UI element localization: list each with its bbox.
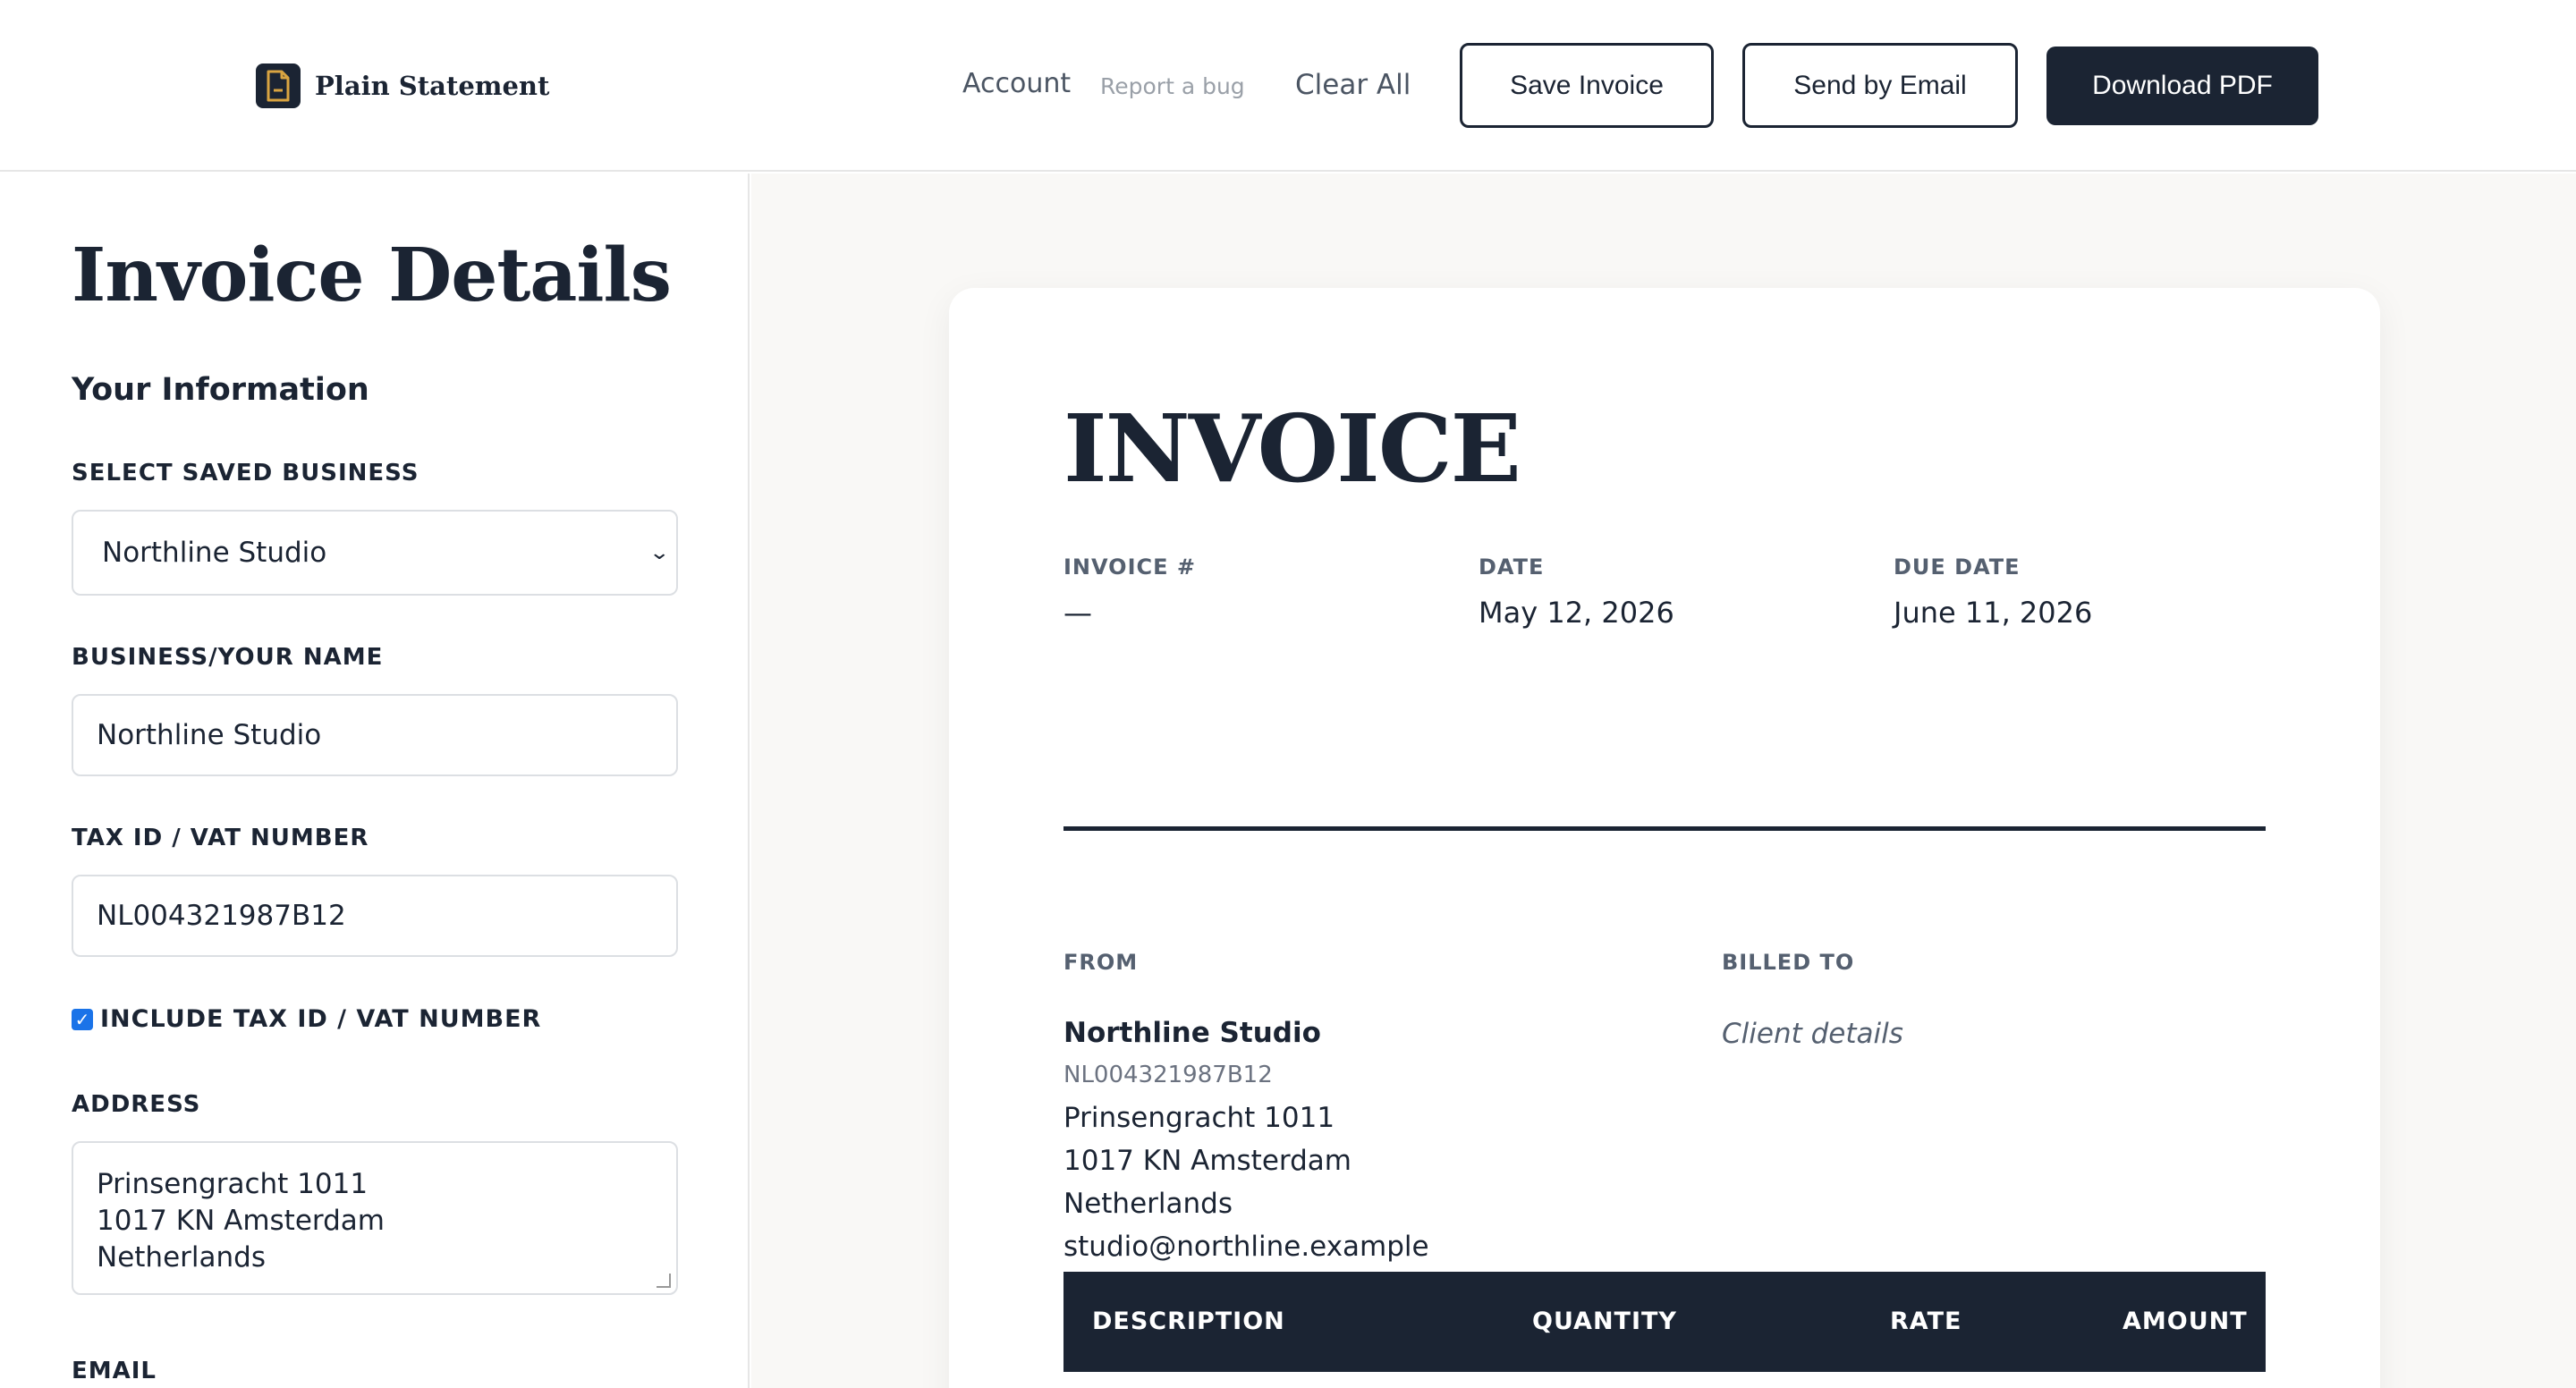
from-address-line: Prinsengracht 1011 <box>1063 1102 1335 1134</box>
invoice-title: INVOICE <box>1063 394 1521 504</box>
saved-business-value: Northline Studio <box>102 537 327 569</box>
business-name-value: Northline Studio <box>97 719 322 751</box>
invoice-date-value: May 12, 2026 <box>1479 596 1674 630</box>
column-amount: AMOUNT <box>2123 1308 2248 1335</box>
clear-all-button[interactable]: Clear All <box>1295 69 1411 101</box>
tax-id-input[interactable]: NL004321987B12 <box>72 875 678 957</box>
tax-id-value: NL004321987B12 <box>97 900 346 932</box>
include-tax-checkbox[interactable]: ✓ <box>72 1008 93 1030</box>
account-link[interactable]: Account <box>962 68 1071 99</box>
from-email: studio@northline.example <box>1063 1231 1429 1263</box>
business-name-input[interactable]: Northline Studio <box>72 694 678 776</box>
report-bug-link[interactable]: Report a bug <box>1100 73 1245 99</box>
brand-name: Plain Statement <box>315 71 550 101</box>
from-name: Northline Studio <box>1063 1017 1321 1049</box>
invoice-form-panel: Invoice Details Your Information SELECT … <box>0 174 750 1388</box>
include-tax-row: ✓ INCLUDE TAX ID / VAT NUMBER <box>72 1005 541 1033</box>
line-items-table-header: DESCRIPTION QUANTITY RATE AMOUNT <box>1063 1272 2266 1372</box>
save-invoice-button[interactable]: Save Invoice <box>1460 43 1714 128</box>
address-line: 1017 KN Amsterdam <box>97 1205 385 1237</box>
tax-id-label: TAX ID / VAT NUMBER <box>72 825 369 851</box>
from-tax-id: NL004321987B12 <box>1063 1062 1273 1088</box>
saved-business-label: SELECT SAVED BUSINESS <box>72 460 419 487</box>
client-details-placeholder: Client details <box>1722 1018 1903 1050</box>
saved-business-select[interactable]: Northline Studio ⌄ <box>72 510 678 596</box>
include-tax-label[interactable]: INCLUDE TAX ID / VAT NUMBER <box>100 1005 541 1033</box>
invoice-number-label: INVOICE # <box>1063 554 1196 580</box>
brand-logo[interactable]: Plain Statement <box>256 63 549 108</box>
app-header: Plain Statement Account Report a bug Cle… <box>0 0 2576 172</box>
due-date-value: June 11, 2026 <box>1894 596 2093 630</box>
column-quantity: QUANTITY <box>1532 1308 1677 1335</box>
send-email-button[interactable]: Send by Email <box>1742 43 2018 128</box>
address-line: Prinsengracht 1011 <box>97 1168 369 1200</box>
from-address-line: Netherlands <box>1063 1188 1233 1220</box>
header-divider <box>1063 826 2266 831</box>
invoice-number-value: — <box>1063 596 1092 630</box>
chevron-down-icon: ⌄ <box>648 541 670 564</box>
form-title: Invoice Details <box>72 233 672 318</box>
download-pdf-button[interactable]: Download PDF <box>2046 47 2318 125</box>
address-line: Netherlands <box>97 1241 266 1274</box>
invoice-document: INVOICE INVOICE # — DATE May 12, 2026 DU… <box>949 288 2380 1388</box>
section-title: Your Information <box>72 372 369 408</box>
column-description: DESCRIPTION <box>1092 1308 1285 1335</box>
business-name-label: BUSINESS/YOUR NAME <box>72 644 384 671</box>
from-address-line: 1017 KN Amsterdam <box>1063 1145 1352 1177</box>
billed-to-label: BILLED TO <box>1722 950 1855 975</box>
address-label: ADDRESS <box>72 1091 201 1118</box>
column-rate: RATE <box>1890 1308 1962 1335</box>
from-label: FROM <box>1063 950 1139 975</box>
resize-handle-icon[interactable] <box>657 1274 671 1288</box>
due-date-label: DUE DATE <box>1894 554 2021 580</box>
invoice-date-label: DATE <box>1479 554 1545 580</box>
email-label: EMAIL <box>72 1358 157 1384</box>
address-textarea[interactable]: Prinsengracht 1011 1017 KN Amsterdam Net… <box>72 1141 678 1295</box>
document-icon <box>256 63 301 108</box>
invoice-preview-area: INVOICE INVOICE # — DATE May 12, 2026 DU… <box>751 174 2576 1388</box>
